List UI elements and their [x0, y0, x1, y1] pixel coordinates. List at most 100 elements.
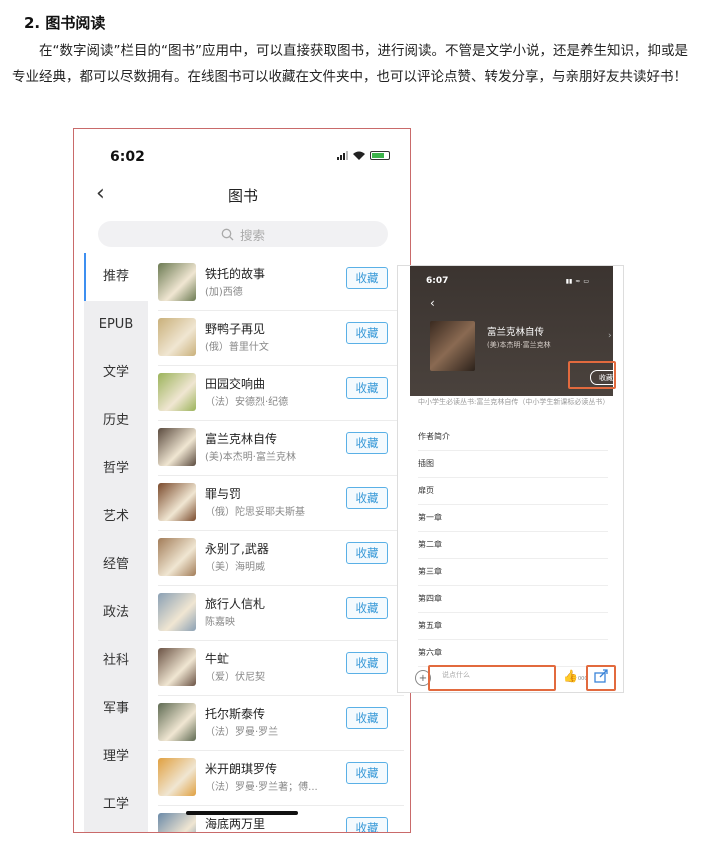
favorite-button[interactable]: 收藏 — [346, 542, 388, 564]
book-cover — [158, 758, 196, 796]
search-input[interactable]: 搜索 — [98, 221, 388, 247]
category-item[interactable]: 文学 — [84, 349, 148, 397]
toc-item[interactable]: 第四章 — [418, 586, 608, 613]
category-item[interactable]: 社科 — [84, 637, 148, 685]
battery-icon — [370, 151, 390, 160]
category-item[interactable]: 历史 — [84, 397, 148, 445]
book-author: （法）安德烈·纪德 — [205, 397, 289, 408]
book-row[interactable]: 旅行人信札陈嘉映 收藏 — [158, 585, 404, 641]
toc-item[interactable]: 插图 — [418, 451, 608, 478]
book-title: 富兰克林自传 — [205, 432, 278, 446]
toc-item[interactable]: 第二章 — [418, 532, 608, 559]
book-row[interactable]: 铁托的故事 (加)西德 收藏 — [158, 255, 404, 311]
book-row[interactable]: 永别了,武器 （美）海明威 收藏 — [158, 530, 404, 586]
book-row[interactable]: 罪与罚 （俄）陀思妥耶夫斯基 收藏 — [158, 475, 404, 531]
book-row[interactable]: 田园交响曲 （法）安德烈·纪德 收藏 — [158, 365, 404, 421]
book-cover — [158, 813, 196, 832]
section-heading: 2. 图书阅读 — [24, 14, 106, 32]
toc-item[interactable]: 第六章 — [418, 640, 608, 667]
status-time: 6:02 — [110, 149, 145, 165]
book-row[interactable]: 海底两万里 收藏 — [158, 805, 404, 832]
book-row[interactable]: 野鸭子再见 (俄）普里什文 收藏 — [158, 310, 404, 366]
favorite-button[interactable]: 收藏 — [346, 597, 388, 619]
book-title: 牛虻 — [205, 652, 230, 666]
search-icon — [221, 228, 234, 240]
signal-icon — [337, 151, 348, 160]
category-item[interactable]: 经管 — [84, 541, 148, 589]
book-cover — [158, 318, 196, 356]
book-cover — [158, 703, 196, 741]
toc-item[interactable]: 作者简介 — [418, 424, 608, 451]
book-author: (美)本杰明·富兰克林 — [205, 452, 296, 463]
book-row[interactable]: 托尔斯泰传 （法）罗曼·罗兰 收藏 — [158, 695, 404, 751]
page-title: 图书 — [227, 187, 258, 205]
book-list-screenshot: 6:02 ‹ 图书 搜索 推荐 EPUB 文学 历史 哲学 艺术 经管 政法 社… — [73, 128, 411, 833]
book-title: 铁托的故事 — [205, 267, 266, 281]
book-author: (俄）普里什文 — [205, 342, 269, 353]
book-author: （法）罗曼·罗兰 — [205, 727, 279, 738]
book-author: （爱）伏尼契 — [205, 672, 265, 683]
category-item[interactable]: 政法 — [84, 589, 148, 637]
wifi-icon — [353, 151, 365, 160]
book-author: （法）罗曼·罗兰著；傅... — [205, 782, 318, 793]
book-title: 旅行人信札 — [205, 597, 266, 611]
book-author: 陈嘉映 — [205, 617, 235, 628]
book-detail-screenshot: 6:07 ▮▮ ≈ ▭ ‹ 富兰克林自传 (美)本杰明·富兰克林 › 收藏 中小学生… — [397, 265, 624, 693]
favorite-button[interactable]: 收藏 — [346, 322, 388, 344]
toc-item[interactable]: 第五章 — [418, 613, 608, 640]
section-paragraph: 在“数字阅读”栏目的“图书”应用中，可以直接获取图书，进行阅读。不管是文学小说，… — [12, 43, 688, 85]
highlight-box-favorite — [568, 361, 616, 389]
book-title: 田园交响曲 — [205, 377, 266, 391]
book-title: 海底两万里 — [205, 817, 266, 831]
book-title: 罪与罚 — [205, 487, 242, 501]
like-icon[interactable]: 👍000 — [563, 669, 588, 683]
book-cover — [158, 538, 196, 576]
category-item[interactable]: 理学 — [84, 733, 148, 781]
favorite-button[interactable]: 收藏 — [346, 377, 388, 399]
book-title: 富兰克林自传 — [487, 327, 545, 338]
book-cover — [158, 593, 196, 631]
home-indicator — [186, 811, 298, 815]
status-time: 6:07 — [426, 276, 449, 286]
book-title: 托尔斯泰传 — [205, 707, 266, 721]
book-author: （美）海明威 — [205, 562, 265, 573]
book-cover — [430, 321, 475, 371]
favorite-button[interactable]: 收藏 — [346, 762, 388, 784]
status-icons: ▮▮ ≈ ▭ — [565, 278, 589, 285]
favorite-button[interactable]: 收藏 — [346, 707, 388, 729]
favorite-button[interactable]: 收藏 — [346, 267, 388, 289]
favorite-button[interactable]: 收藏 — [346, 487, 388, 509]
favorite-button[interactable]: 收藏 — [346, 817, 388, 832]
category-item[interactable]: 艺术 — [84, 493, 148, 541]
chevron-right-icon[interactable]: › — [608, 331, 612, 341]
book-row[interactable]: 牛虻 （爱）伏尼契 收藏 — [158, 640, 404, 696]
toc-item[interactable]: 第三章 — [418, 559, 608, 586]
category-item[interactable]: 哲学 — [84, 445, 148, 493]
book-author: (美)本杰明·富兰克林 — [487, 341, 551, 349]
category-item[interactable]: 推荐 — [84, 253, 148, 301]
book-cover — [158, 373, 196, 411]
book-title: 野鸭子再见 — [205, 322, 266, 336]
book-cover — [158, 263, 196, 301]
book-title: 米开朗琪罗传 — [205, 762, 278, 776]
book-title: 永别了,武器 — [205, 542, 269, 556]
status-icons — [337, 151, 390, 160]
book-author: （俄）陀思妥耶夫斯基 — [205, 507, 305, 518]
category-item[interactable]: EPUB — [84, 301, 148, 349]
highlight-box-share — [586, 665, 616, 691]
book-row[interactable]: 富兰克林自传 (美)本杰明·富兰克林 收藏 — [158, 420, 404, 476]
chevron-left-icon[interactable]: ‹ — [430, 296, 435, 310]
toc-item[interactable]: 第一章 — [418, 505, 608, 532]
search-placeholder: 搜索 — [239, 227, 265, 243]
category-item[interactable]: 军事 — [84, 685, 148, 733]
favorite-button[interactable]: 收藏 — [346, 652, 388, 674]
book-cover — [158, 483, 196, 521]
category-item[interactable]: 工学 — [84, 781, 148, 829]
book-author: (加)西德 — [205, 287, 243, 298]
highlight-box-comment — [428, 665, 556, 691]
book-row[interactable]: 米开朗琪罗传 （法）罗曼·罗兰著；傅... 收藏 — [158, 750, 404, 806]
book-cover — [158, 648, 196, 686]
category-sidebar: 推荐 EPUB 文学 历史 哲学 艺术 经管 政法 社科 军事 理学 工学 — [84, 253, 148, 832]
favorite-button[interactable]: 收藏 — [346, 432, 388, 454]
toc-item[interactable]: 扉页 — [418, 478, 608, 505]
